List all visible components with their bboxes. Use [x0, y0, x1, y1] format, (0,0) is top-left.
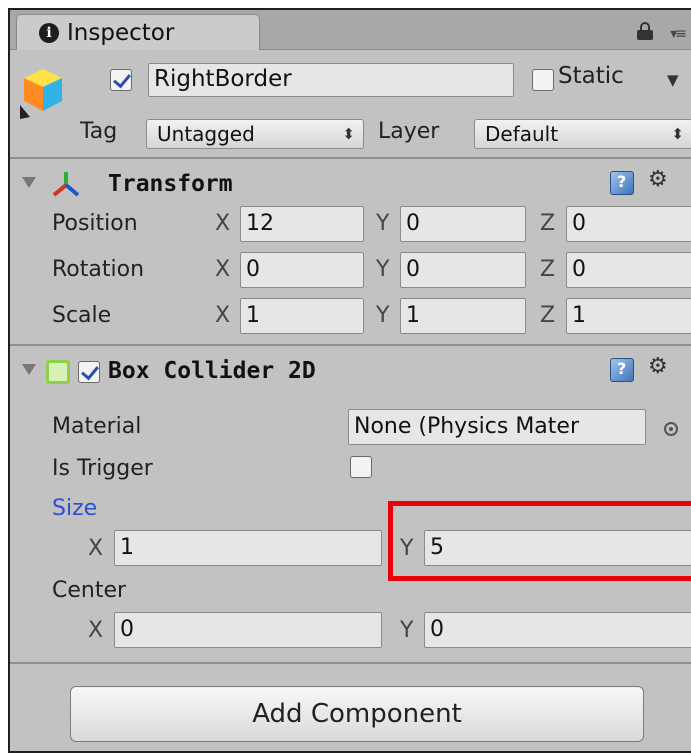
axis-y-label: Y — [376, 257, 390, 282]
size-x-field[interactable]: 1 — [114, 530, 382, 566]
axis-x-label: X — [215, 257, 231, 282]
axis-z-label: Z — [540, 257, 556, 282]
rotation-label: Rotation — [52, 257, 145, 282]
scale-x-field[interactable]: 1 — [240, 298, 364, 334]
position-label: Position — [52, 211, 138, 236]
box-collider-icon — [46, 360, 70, 384]
material-label: Material — [52, 414, 142, 439]
object-picker-icon[interactable] — [664, 422, 678, 436]
static-checkbox[interactable] — [532, 69, 554, 91]
gameobject-cube-icon — [20, 69, 62, 119]
transform-axes-icon — [52, 172, 80, 197]
gear-icon[interactable]: ⚙ — [648, 354, 668, 379]
tab-inspector[interactable]: i Inspector — [16, 14, 260, 50]
is-trigger-checkbox[interactable] — [350, 456, 372, 478]
axis-z-label: Z — [540, 303, 556, 328]
axis-y-label: Y — [376, 211, 390, 236]
help-book-icon[interactable] — [610, 358, 634, 382]
layer-label: Layer — [378, 119, 440, 144]
inspector-window: i Inspector ▾≡ RightBorder Static ▼ Tag … — [8, 8, 691, 753]
transform-header[interactable]: Transform ⚙ — [10, 165, 691, 205]
axis-x-label: X — [88, 618, 104, 643]
size-label: Size — [52, 496, 98, 521]
axis-y-label: Y — [376, 303, 390, 328]
add-component-button[interactable]: Add Component — [70, 686, 644, 742]
axis-x-label: X — [88, 536, 104, 561]
axis-y-label: Y — [400, 536, 414, 561]
divider — [10, 157, 691, 159]
tab-bar: i Inspector ▾≡ — [10, 10, 691, 50]
center-x-field[interactable]: 0 — [114, 612, 382, 648]
object-header: RightBorder Static ▼ Tag Untagged ⬍ Laye… — [10, 51, 691, 154]
foldout-arrow-icon[interactable] — [22, 364, 36, 375]
static-dropdown-arrow-icon[interactable]: ▼ — [667, 71, 679, 89]
info-icon: i — [39, 23, 59, 43]
size-y-field[interactable]: 5 — [424, 530, 691, 566]
material-field[interactable]: None (Physics Mater — [348, 409, 646, 445]
tag-value: Untagged — [157, 122, 255, 146]
box-collider-title: Box Collider 2D — [108, 358, 316, 384]
scale-y-field[interactable]: 1 — [400, 298, 526, 334]
rotation-z-field[interactable]: 0 — [566, 252, 691, 288]
gear-icon[interactable]: ⚙ — [648, 167, 668, 192]
axis-z-label: Z — [540, 211, 556, 236]
updown-arrow-icon: ⬍ — [342, 125, 355, 143]
object-name-field[interactable]: RightBorder — [148, 63, 514, 97]
divider — [10, 344, 691, 346]
updown-arrow-icon: ⬍ — [671, 125, 684, 143]
tab-title: Inspector — [67, 20, 175, 46]
scale-label: Scale — [52, 303, 112, 328]
box-collider-enabled-checkbox[interactable] — [78, 361, 100, 383]
box-collider-header[interactable]: Box Collider 2D ⚙ — [10, 352, 691, 392]
transform-title: Transform — [108, 171, 233, 197]
position-y-field[interactable]: 0 — [400, 206, 526, 242]
divider — [10, 662, 691, 664]
foldout-arrow-icon[interactable] — [22, 177, 36, 188]
position-x-field[interactable]: 12 — [240, 206, 364, 242]
tag-dropdown[interactable]: Untagged ⬍ — [146, 119, 364, 149]
position-z-field[interactable]: 0 — [566, 206, 691, 242]
center-y-field[interactable]: 0 — [424, 612, 691, 648]
axis-x-label: X — [215, 211, 231, 236]
rotation-x-field[interactable]: 0 — [240, 252, 364, 288]
center-label: Center — [52, 578, 127, 603]
scale-z-field[interactable]: 1 — [566, 298, 691, 334]
is-trigger-label: Is Trigger — [52, 456, 153, 481]
axis-x-label: X — [215, 303, 231, 328]
axis-y-label: Y — [400, 618, 414, 643]
layer-dropdown[interactable]: Default ⬍ — [474, 119, 691, 149]
static-label: Static — [558, 63, 624, 89]
layer-value: Default — [485, 122, 559, 146]
active-checkbox[interactable] — [110, 69, 132, 91]
rotation-y-field[interactable]: 0 — [400, 252, 526, 288]
tab-menu-icon[interactable]: ▾≡ — [670, 26, 687, 42]
lock-icon[interactable] — [637, 22, 653, 40]
tag-label: Tag — [80, 119, 118, 144]
help-book-icon[interactable] — [610, 171, 634, 195]
